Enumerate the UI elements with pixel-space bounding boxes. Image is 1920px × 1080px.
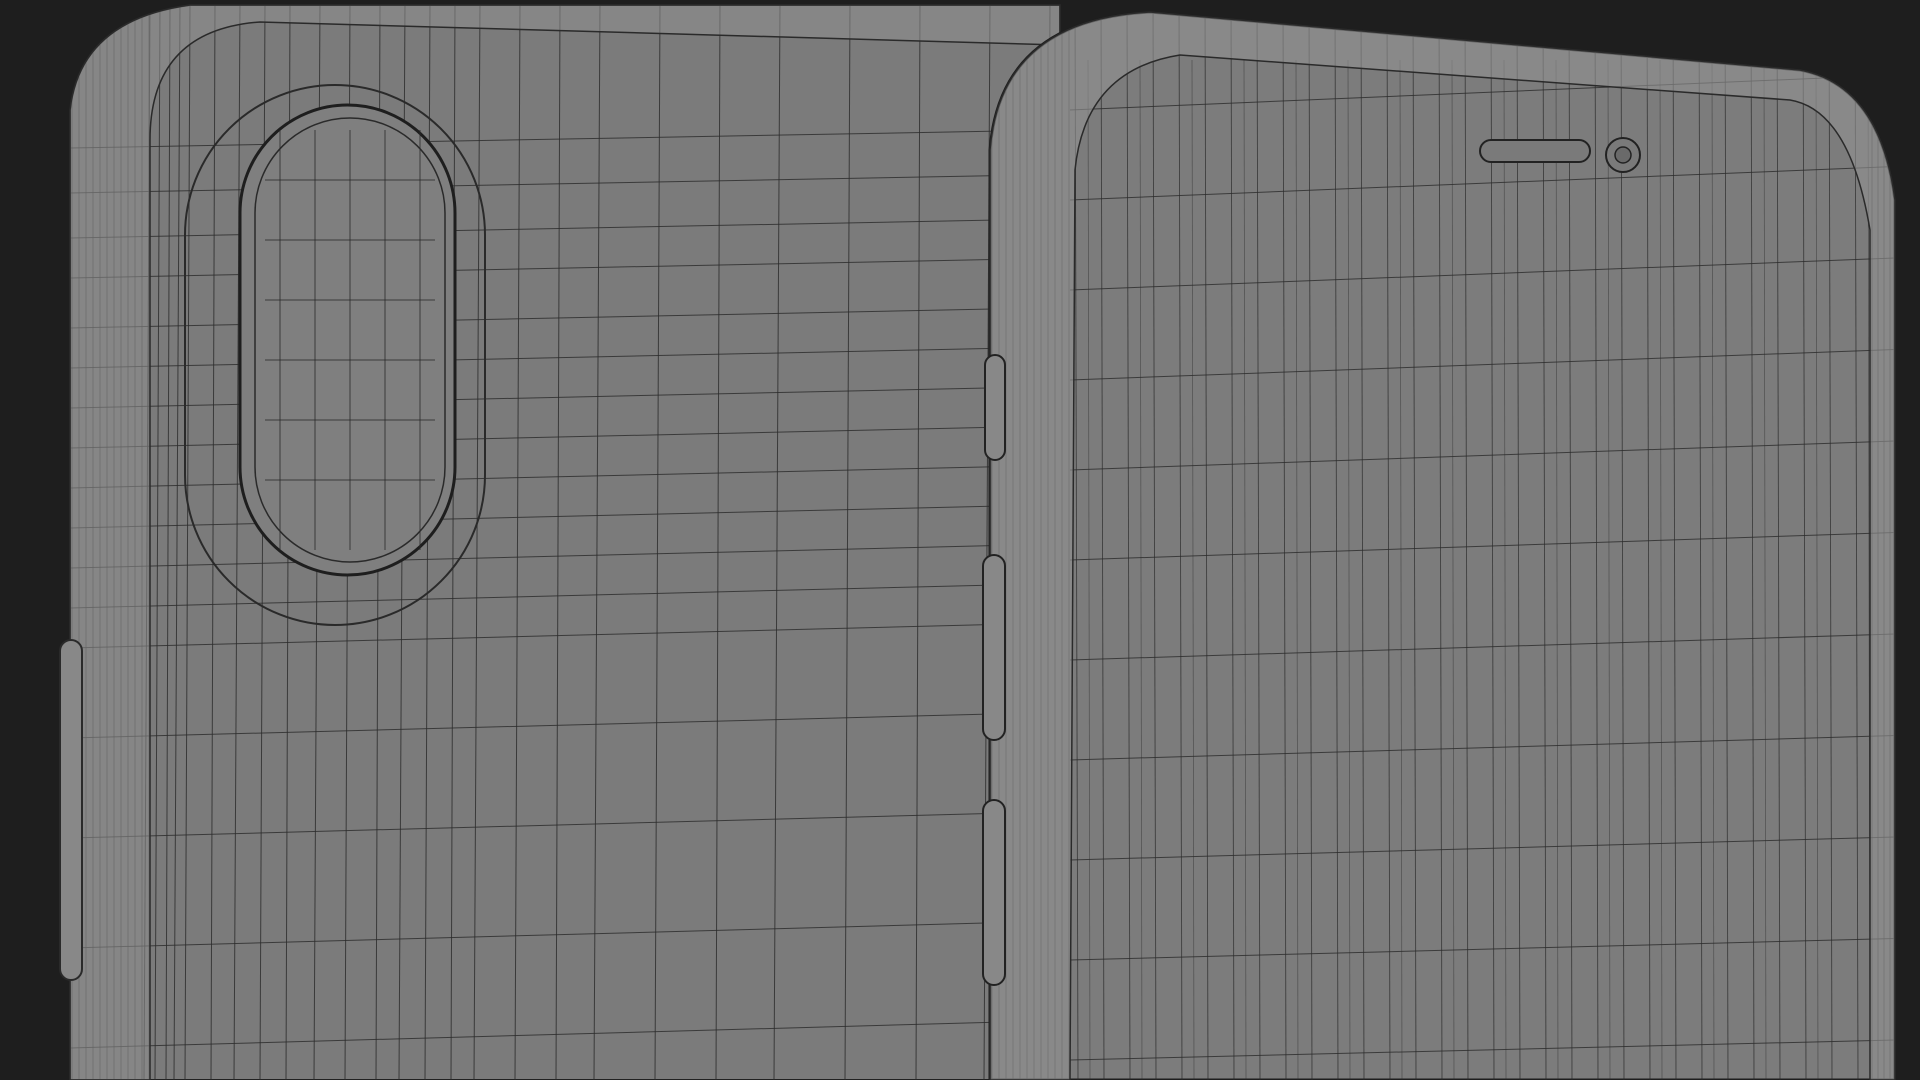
phone-back [59,4,1061,1080]
wireframe-scene [59,4,1897,1080]
volume-down-button [982,799,1006,986]
volume-up-button [982,554,1006,741]
silent-switch [984,354,1006,461]
front-camera [1605,137,1641,173]
side-button [59,639,83,981]
earpiece [1479,139,1591,163]
phone-front [982,10,1897,1080]
3d-viewport [0,0,1920,1080]
phone-back-shell [69,4,1061,1080]
